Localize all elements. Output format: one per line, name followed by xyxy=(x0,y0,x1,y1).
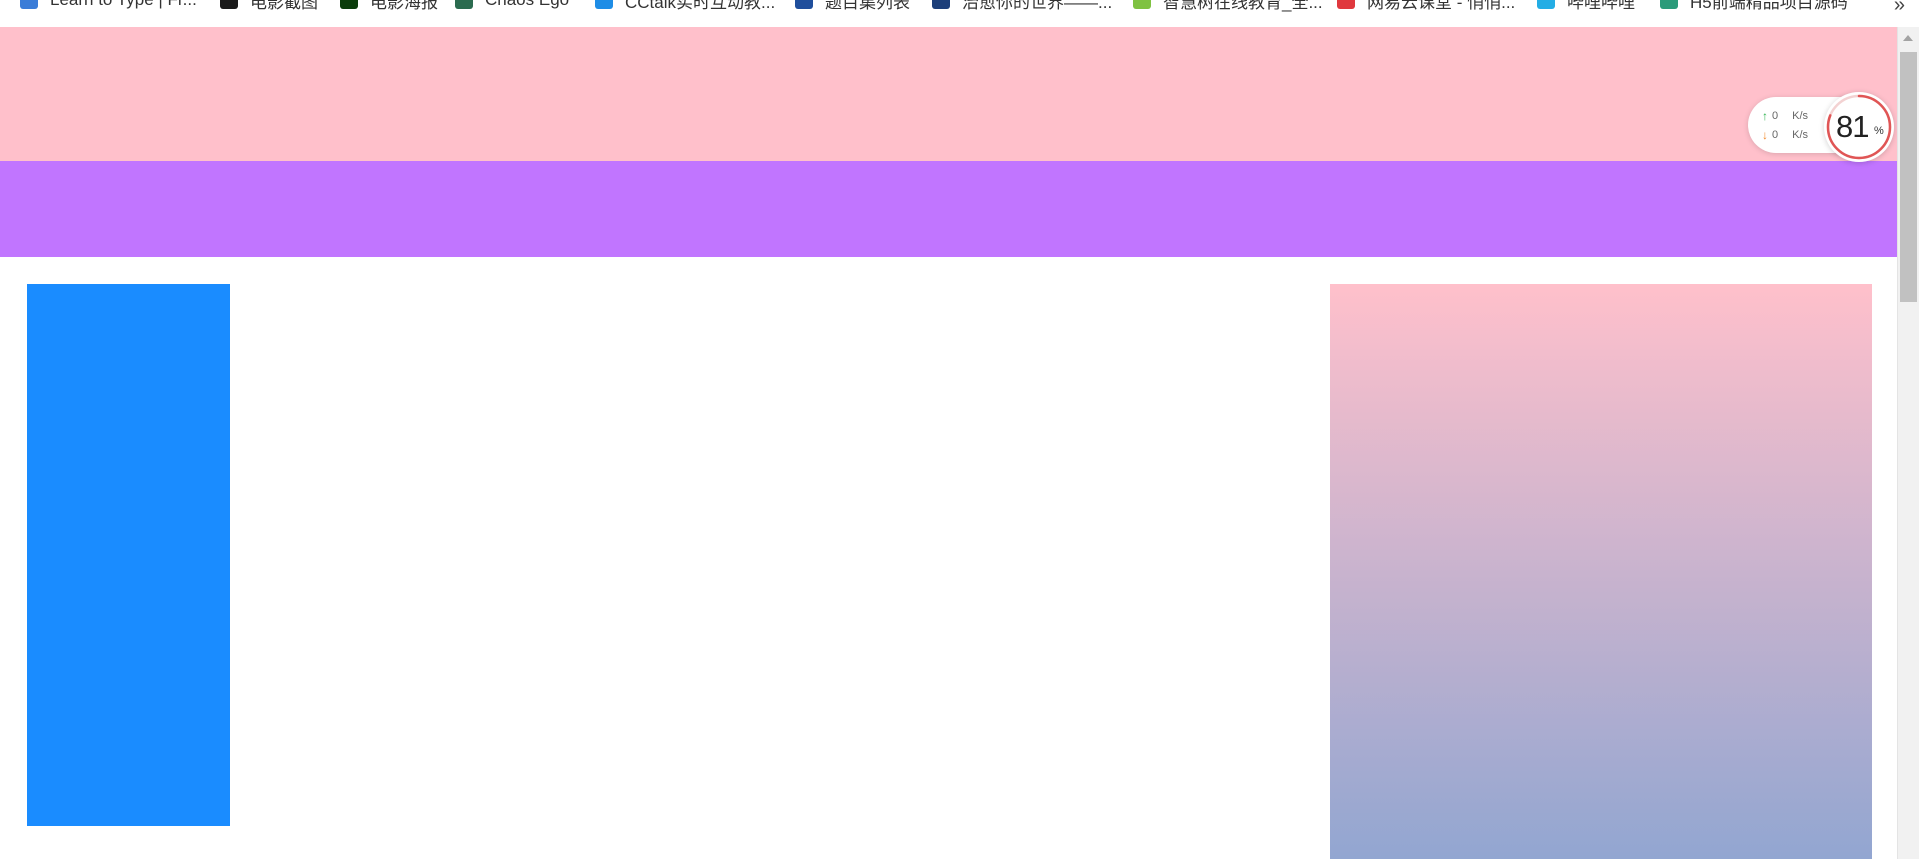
cctalk-icon xyxy=(595,0,613,9)
bookmark-item[interactable]: 电影海报 xyxy=(340,0,446,12)
bookmark-item[interactable]: Chaos Ego xyxy=(455,0,577,10)
right-gradient-box xyxy=(1330,284,1872,859)
bookmark-item[interactable]: CCtalk实时互动教... xyxy=(595,0,783,12)
bookmark-label: 智慧树在线教育_全... xyxy=(1163,0,1323,12)
bookmark-item[interactable]: 哔哩哔哩 xyxy=(1537,0,1643,12)
usage-percent-value: 81 xyxy=(1836,109,1869,144)
bookmark-item[interactable]: Learn to Type | Fr... xyxy=(20,0,205,10)
bookmark-label: 哔哩哔哩 xyxy=(1567,0,1635,12)
poster-site-icon xyxy=(340,0,358,9)
bilibili-icon xyxy=(1537,0,1555,9)
upload-arrow-icon: ↑ xyxy=(1762,109,1768,123)
bookmark-item[interactable]: 智慧树在线教育_全... xyxy=(1133,0,1331,12)
download-speed-value: 0 xyxy=(1772,129,1779,141)
bookmark-item[interactable]: 网易云课堂 - 悄悄... xyxy=(1337,0,1523,12)
vertical-scrollbar[interactable] xyxy=(1897,27,1919,859)
bookmark-item[interactable]: 题目集列表 xyxy=(795,0,918,12)
bookmark-label: 电影截图 xyxy=(250,0,318,12)
bookmark-item[interactable]: H5前端精品项目源码 xyxy=(1660,0,1856,12)
bookmark-label: 题目集列表 xyxy=(825,0,910,12)
bookmark-label: Learn to Type | Fr... xyxy=(50,0,197,10)
scrollbar-thumb[interactable] xyxy=(1900,52,1917,302)
typing-site-icon xyxy=(20,0,38,9)
healing-world-icon xyxy=(932,0,950,9)
bookmark-item[interactable]: 电影截图 xyxy=(220,0,326,12)
bookmark-label: H5前端精品项目源码 xyxy=(1690,0,1848,12)
page-header xyxy=(0,27,1898,161)
chaos-ego-icon xyxy=(455,0,473,9)
scroll-up-arrow-icon[interactable] xyxy=(1903,35,1913,41)
bookmarks-bar: Learn to Type | Fr... 电影截图 电影海报 Chaos Ego CC… xyxy=(0,0,1900,27)
bookmarks-overflow-button[interactable]: » xyxy=(1894,0,1905,17)
upload-speed-value: 0 xyxy=(1772,110,1779,122)
download-speed: ↓ 0 K/s xyxy=(1762,128,1808,142)
bookmark-label: 电影海报 xyxy=(370,0,438,12)
h5-project-icon xyxy=(1660,0,1678,9)
bookmark-label: 网易云课堂 - 悄悄... xyxy=(1367,0,1516,12)
page-nav xyxy=(0,161,1898,257)
left-sidebar-box xyxy=(27,284,230,826)
upload-speed: ↑ 0 K/s xyxy=(1762,109,1808,123)
netease-study-icon xyxy=(1337,0,1355,9)
bookmark-label: 治愈你的世界——... xyxy=(962,0,1113,12)
usage-percent-unit: % xyxy=(1874,125,1884,137)
bookmark-label: Chaos Ego xyxy=(485,0,569,10)
memory-usage-gauge[interactable]: 81 % xyxy=(1824,92,1894,162)
problem-set-icon xyxy=(795,0,813,9)
upload-speed-unit: K/s xyxy=(1792,110,1809,122)
download-speed-unit: K/s xyxy=(1792,129,1809,141)
film-reel-icon xyxy=(220,0,238,9)
bookmark-label: CCtalk实时互动教... xyxy=(625,0,776,12)
bookmark-item[interactable]: 治愈你的世界——... xyxy=(932,0,1120,12)
zhihuishu-icon xyxy=(1133,0,1151,9)
download-arrow-icon: ↓ xyxy=(1762,128,1768,142)
